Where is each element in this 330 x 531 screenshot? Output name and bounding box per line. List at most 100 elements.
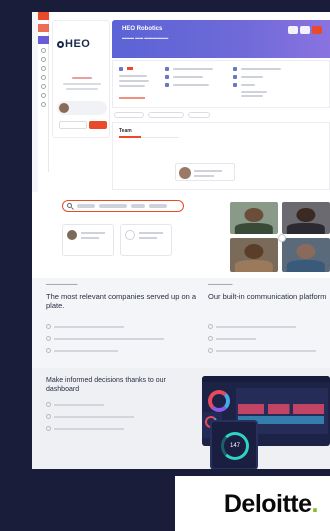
info-line [173, 76, 203, 78]
participant-body [286, 222, 326, 234]
result-line [139, 232, 163, 234]
header-action-button[interactable] [300, 26, 310, 34]
brand-logo: Deloitte. [0, 490, 330, 519]
video-tile[interactable] [230, 202, 278, 234]
header-action-button[interactable] [288, 26, 298, 34]
header-primary-button[interactable] [312, 26, 322, 34]
filter-chip[interactable] [131, 204, 145, 208]
kicker-line: ▬▬▬▬▬▬▬ [208, 282, 233, 286]
tag-chip[interactable] [114, 112, 144, 118]
search-and-video-section [32, 192, 330, 278]
filter-chip[interactable] [77, 204, 95, 208]
bullet-line [54, 326, 124, 328]
primary-button[interactable] [89, 121, 107, 129]
participant-head [244, 244, 264, 260]
nav-item-2[interactable] [38, 24, 49, 32]
info-line [241, 84, 255, 86]
filter-chip[interactable] [99, 204, 127, 208]
secondary-button[interactable] [59, 121, 87, 129]
participant-head [296, 207, 316, 223]
communication-heading: Our built-in communication platform [208, 292, 327, 301]
company-subtitle: ▬▬▬ ▬▬ ▬▬▬▬▬▬ [122, 35, 169, 40]
contact-chip[interactable] [57, 101, 107, 115]
check-icon [46, 414, 51, 419]
company-header: HEO Robotics ▬▬▬ ▬▬ ▬▬▬▬▬▬ [112, 20, 330, 58]
participant-head [296, 244, 316, 260]
info-icon [233, 67, 237, 71]
check-icon [46, 324, 51, 329]
video-call-grid [230, 202, 330, 272]
info-line [119, 75, 147, 77]
info-icon [165, 83, 169, 87]
info-line [241, 68, 281, 70]
dashboard-heading: Make informed decisions thanks to our da… [46, 377, 166, 393]
phone-preview: 147 [210, 420, 258, 469]
video-tile[interactable] [230, 238, 278, 272]
bullet-line [54, 350, 118, 352]
check-icon [46, 426, 51, 431]
nav-icon[interactable] [41, 93, 46, 98]
result-line [81, 232, 105, 234]
check-icon [46, 348, 51, 353]
avatar [179, 167, 191, 179]
bullet-line [54, 404, 104, 406]
result-card[interactable] [62, 224, 114, 256]
info-link[interactable] [119, 97, 145, 99]
company-name: HEO Robotics [122, 26, 163, 32]
search-input[interactable] [62, 200, 184, 212]
tag-chip[interactable] [188, 112, 210, 118]
result-line [139, 237, 157, 239]
video-tile[interactable] [282, 238, 330, 272]
info-icon [233, 75, 237, 79]
company-avatar [67, 230, 77, 240]
company-avatar [125, 230, 135, 240]
kicker-line: ▬▬▬▬▬▬▬▬▬ [46, 282, 78, 286]
nav-icon[interactable] [41, 57, 46, 62]
team-tab-active[interactable] [119, 136, 141, 138]
check-icon [208, 336, 213, 341]
nav-icon[interactable] [41, 66, 46, 71]
company-profile-screen: HEO HEO Robotics ▬▬▬ ▬▬ ▬▬▬▬▬▬ Team [38, 12, 330, 192]
check-icon [46, 336, 51, 341]
video-tile[interactable] [282, 202, 330, 234]
info-line [119, 80, 149, 82]
info-line [173, 84, 209, 86]
brand-name: Deloitte [223, 490, 312, 518]
info-icon [233, 83, 237, 87]
participant-body [234, 222, 274, 234]
product-showcase: HEO HEO Robotics ▬▬▬ ▬▬ ▬▬▬▬▬▬ Team ▬▬▬▬… [32, 12, 330, 469]
check-icon [208, 324, 213, 329]
result-card[interactable] [120, 224, 172, 256]
info-icon [165, 67, 169, 71]
bullet-line [216, 338, 256, 340]
participant-body [286, 260, 326, 272]
dashboard-topbar [202, 376, 330, 391]
info-line [241, 95, 263, 97]
bullet-line [54, 338, 164, 340]
tag-chip[interactable] [148, 112, 184, 118]
team-heading: Team [119, 128, 132, 134]
nav-icon[interactable] [41, 75, 46, 80]
participant-body [234, 260, 274, 272]
gauge-chart: 147 [221, 432, 249, 460]
member-role-line [194, 175, 214, 177]
search-icon [67, 203, 72, 208]
bullet-line [216, 326, 296, 328]
nav-item-3[interactable] [38, 36, 49, 44]
check-icon [46, 402, 51, 407]
avatar [59, 103, 69, 113]
nav-icon[interactable] [41, 102, 46, 107]
call-control-icon[interactable] [278, 234, 286, 242]
info-line [241, 91, 267, 93]
company-info-card [112, 60, 330, 108]
nav-icon[interactable] [41, 84, 46, 89]
filter-chip[interactable] [149, 204, 167, 208]
donut-chart-icon [208, 390, 230, 412]
nav-item-1[interactable] [38, 12, 49, 20]
nav-icon[interactable] [41, 48, 46, 53]
info-line [173, 68, 213, 70]
bar-series-red [238, 404, 324, 414]
flag-icon [127, 67, 133, 70]
team-member-card[interactable] [175, 163, 235, 181]
dashboard-section: Make informed decisions thanks to our da… [32, 368, 330, 469]
